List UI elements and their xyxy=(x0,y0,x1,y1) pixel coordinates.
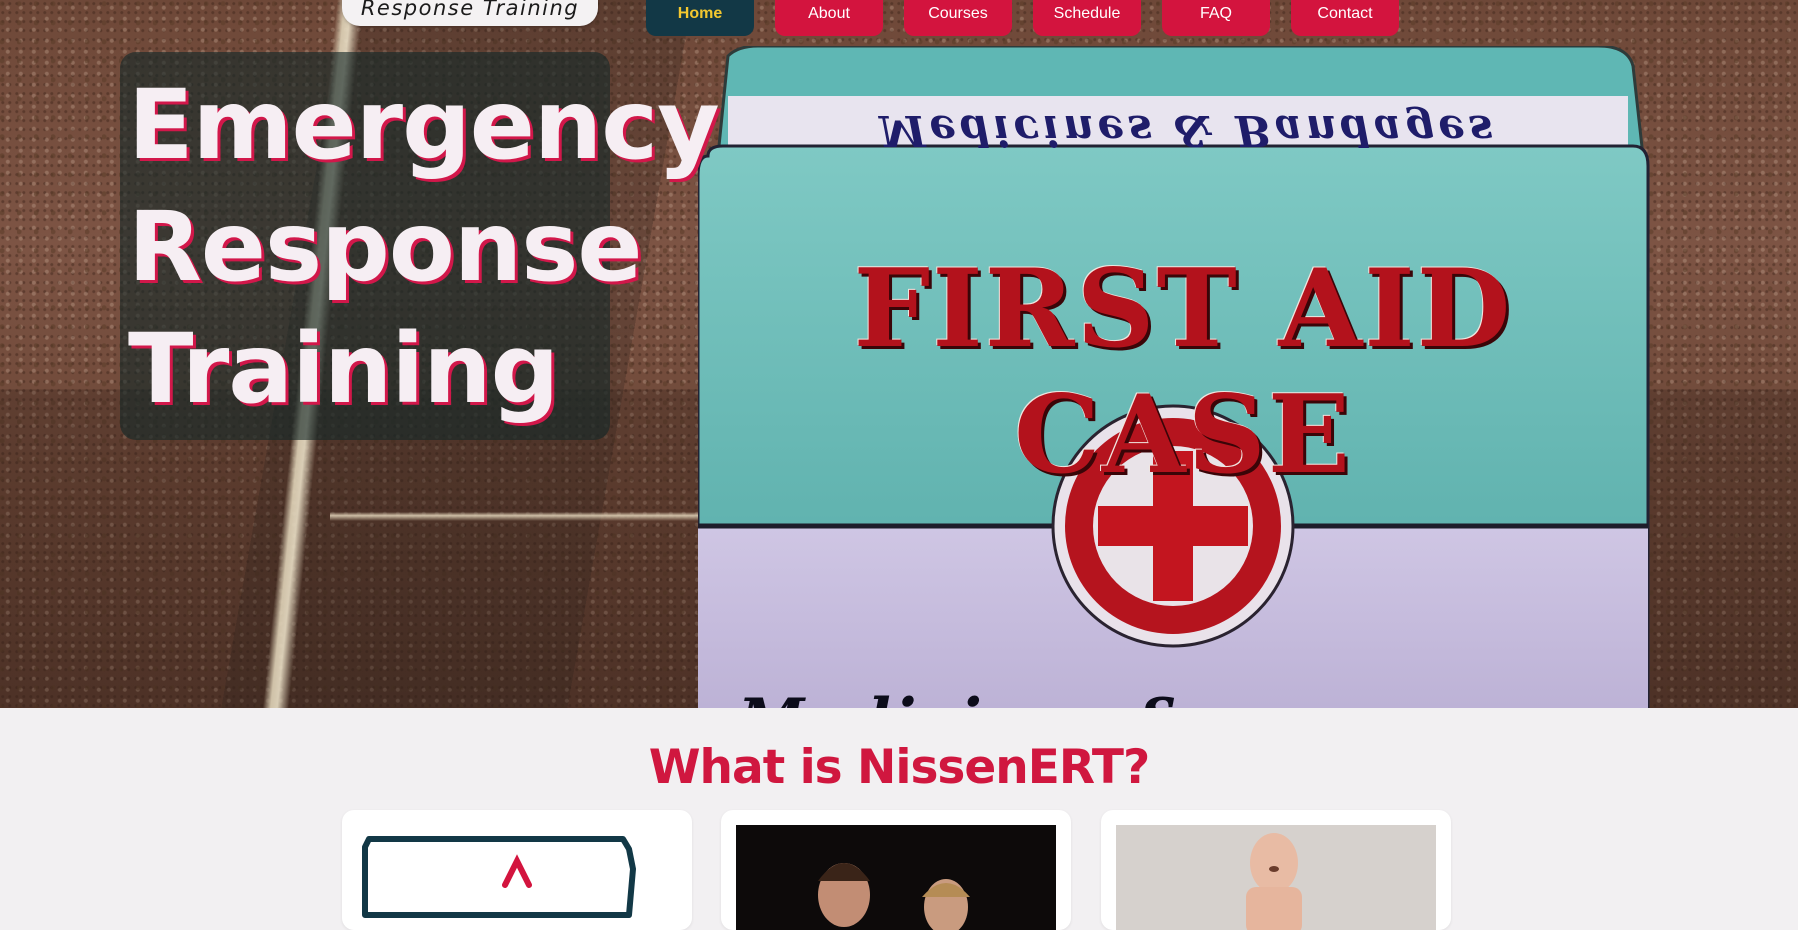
hero-title-line: Training xyxy=(128,313,559,425)
iowa-map-graphic xyxy=(357,825,677,930)
section-title: What is NissenERT? xyxy=(648,740,1151,795)
logo-text: Response Training xyxy=(360,0,580,20)
hero-title: Emergency Response Training xyxy=(128,64,720,430)
case-bottom-label: Medicines & Bandages xyxy=(738,686,1558,708)
nav-about[interactable]: About xyxy=(775,0,883,36)
hero-banner: Medicines & Bandages FIRST AID CASE Medi… xyxy=(0,0,1798,708)
info-card[interactable] xyxy=(721,810,1071,930)
case-label: FIRST AID CASE xyxy=(853,246,1513,498)
case-top-label: Medicines & Bandages xyxy=(879,106,1497,155)
cpr-manikin-photo xyxy=(1116,825,1436,930)
first-aid-case-image: Medicines & Bandages FIRST AID CASE Medi… xyxy=(698,46,1658,708)
students-photo xyxy=(736,825,1056,930)
nav-courses[interactable]: Courses xyxy=(904,0,1012,36)
nav-contact[interactable]: Contact xyxy=(1291,0,1399,36)
nav-home[interactable]: Home xyxy=(646,0,754,36)
site-logo[interactable]: Response Training xyxy=(342,0,598,26)
info-card[interactable] xyxy=(342,810,692,930)
hero-title-line: Response xyxy=(128,191,642,303)
nav-faq[interactable]: FAQ xyxy=(1162,0,1270,36)
hero-title-line: Emergency xyxy=(128,69,720,181)
pavement-line xyxy=(330,512,710,521)
nav-schedule[interactable]: Schedule xyxy=(1033,0,1141,36)
info-card[interactable] xyxy=(1101,810,1451,930)
